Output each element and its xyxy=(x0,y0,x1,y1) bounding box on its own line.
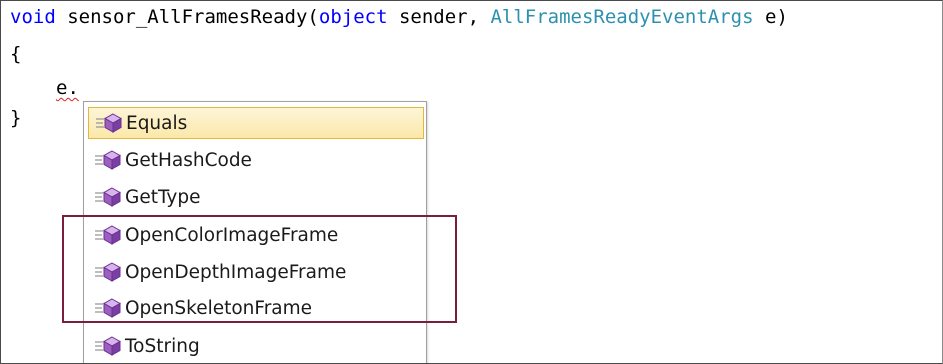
method-name: sensor_AllFramesReady( xyxy=(55,6,319,28)
method-icon xyxy=(95,112,123,134)
typed-text: e. xyxy=(56,77,79,99)
param-name-e: e) xyxy=(753,6,788,28)
code-editor[interactable]: void sensor_AllFramesReady(object sender… xyxy=(0,0,943,364)
completion-item-tostring[interactable]: ToString xyxy=(88,330,424,362)
completion-item-openskeletonframe[interactable]: OpenSkeletonFrame xyxy=(88,292,424,324)
method-icon xyxy=(94,335,122,357)
method-icon xyxy=(94,149,122,171)
completion-item-opencolorimageframe[interactable]: OpenColorImageFrame xyxy=(88,219,424,251)
close-brace: } xyxy=(10,107,22,129)
open-brace: { xyxy=(10,43,22,65)
completion-item-label: GetHashCode xyxy=(125,149,252,171)
completion-item-label: GetType xyxy=(125,186,201,208)
param-name-sender: sender, xyxy=(387,6,491,28)
completion-item-equals[interactable]: Equals xyxy=(88,107,424,139)
completion-item-label: OpenDepthImageFrame xyxy=(125,261,347,283)
completion-item-gethashcode[interactable]: GetHashCode xyxy=(88,144,424,176)
completion-item-label: OpenColorImageFrame xyxy=(125,224,339,246)
method-icon xyxy=(94,186,122,208)
completion-item-gettype[interactable]: GetType xyxy=(88,181,424,213)
typed-expression[interactable]: e. xyxy=(56,76,79,100)
completion-item-label: ToString xyxy=(125,335,200,357)
intellisense-completion-list[interactable]: Equals GetHashCode GetType OpenColorImag… xyxy=(83,101,427,363)
keyword-void: void xyxy=(10,6,56,28)
completion-item-label: OpenSkeletonFrame xyxy=(125,297,313,319)
method-icon xyxy=(94,297,122,319)
param-type-object: object xyxy=(318,6,388,28)
completion-item-label: Equals xyxy=(126,112,188,134)
method-signature-line: void sensor_AllFramesReady(object sender… xyxy=(10,5,788,29)
method-icon xyxy=(94,261,122,283)
completion-item-opendepthimageframe[interactable]: OpenDepthImageFrame xyxy=(88,256,424,288)
param-type-eventargs: AllFramesReadyEventArgs xyxy=(490,6,754,28)
method-icon xyxy=(94,224,122,246)
